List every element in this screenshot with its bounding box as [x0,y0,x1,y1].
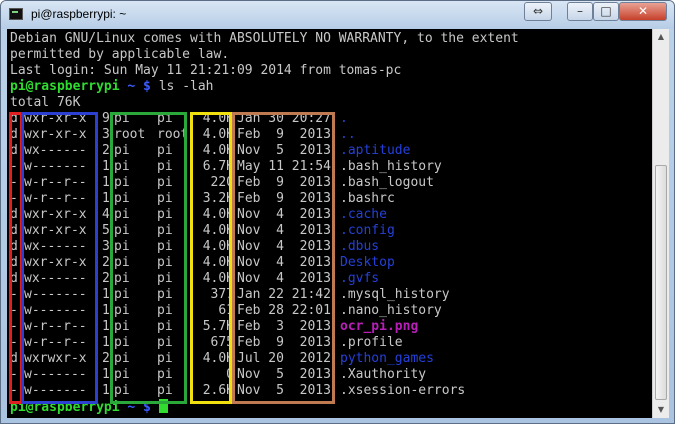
file-name: .bash_history [340,159,442,174]
file-name: ocr_pi.png [340,319,419,334]
date-column-highlight [232,112,335,404]
link-count: 1 [102,191,110,206]
maximize-button[interactable]: □ [593,2,619,21]
link-count: 2 [102,143,110,158]
total-line: total 76K [10,95,81,110]
link-count: 1 [102,303,110,318]
file-name: .bashrc [340,191,395,206]
restore-button[interactable]: ⇔ [524,2,552,21]
scrollbar-thumb[interactable] [655,165,667,400]
last-login-line: Last login: Sun May 11 21:21:09 2014 fro… [10,63,402,78]
file-name: .. [340,127,356,142]
minimize-button[interactable]: – [567,2,593,21]
window-title: pi@raspberrypi: ~ [31,7,127,21]
prompt-user-host: pi@raspberrypi [10,79,120,94]
link-count: 3 [102,239,110,254]
terminal-window: pi@raspberrypi: ~ ⇔ – □ ✕ Debian GNU/Lin… [0,0,675,424]
link-count: 9 [102,111,110,126]
file-name: .xsession-errors [340,383,466,398]
file-name: .mysql_history [340,287,450,302]
command-line: pi@raspberrypi ~ $ ls -lah [10,79,214,95]
vertical-scrollbar[interactable]: ▲ ▼ [652,29,669,418]
prompt-path: ~ $ [119,79,151,94]
link-count: 1 [102,175,110,190]
file-name: .nano_history [340,303,442,318]
permissions-column-highlight [21,112,98,404]
file-name: python_games [340,351,434,366]
link-count: 2 [102,255,110,270]
link-count: 4 [102,207,110,222]
file-name: Desktop [340,255,395,270]
link-count: 3 [102,127,110,142]
motd-line: permitted by applicable law. [10,47,230,62]
file-name: .cache [340,207,387,222]
terminal-app-icon [9,8,23,20]
link-count: 1 [102,287,110,302]
close-button[interactable]: ✕ [619,2,667,21]
scroll-up-icon[interactable]: ▲ [653,29,669,45]
file-name: .config [340,223,395,238]
link-count: 1 [102,383,110,398]
link-count: 2 [102,271,110,286]
file-name: . [340,111,348,126]
file-name: .dbus [340,239,380,254]
owner-group-column-highlight [110,112,187,404]
motd-line: Debian GNU/Linux comes with ABSOLUTELY N… [10,31,519,46]
link-count: 1 [102,335,110,350]
file-name: .bash_logout [340,175,434,190]
typed-command: ls -lah [150,79,214,94]
link-count: 5 [102,223,110,238]
link-count: 1 [102,367,110,382]
file-name: .Xauthority [340,367,427,382]
link-count: 1 [102,319,110,334]
link-count: 2 [102,351,110,366]
scroll-down-icon[interactable]: ▼ [653,402,669,418]
file-name: .gvfs [340,271,380,286]
link-count: 1 [102,159,110,174]
size-column-highlight [190,112,232,404]
file-name: .profile [340,335,403,350]
title-bar[interactable]: pi@raspberrypi: ~ ⇔ – □ ✕ [1,1,674,29]
file-name: .aptitude [340,143,411,158]
